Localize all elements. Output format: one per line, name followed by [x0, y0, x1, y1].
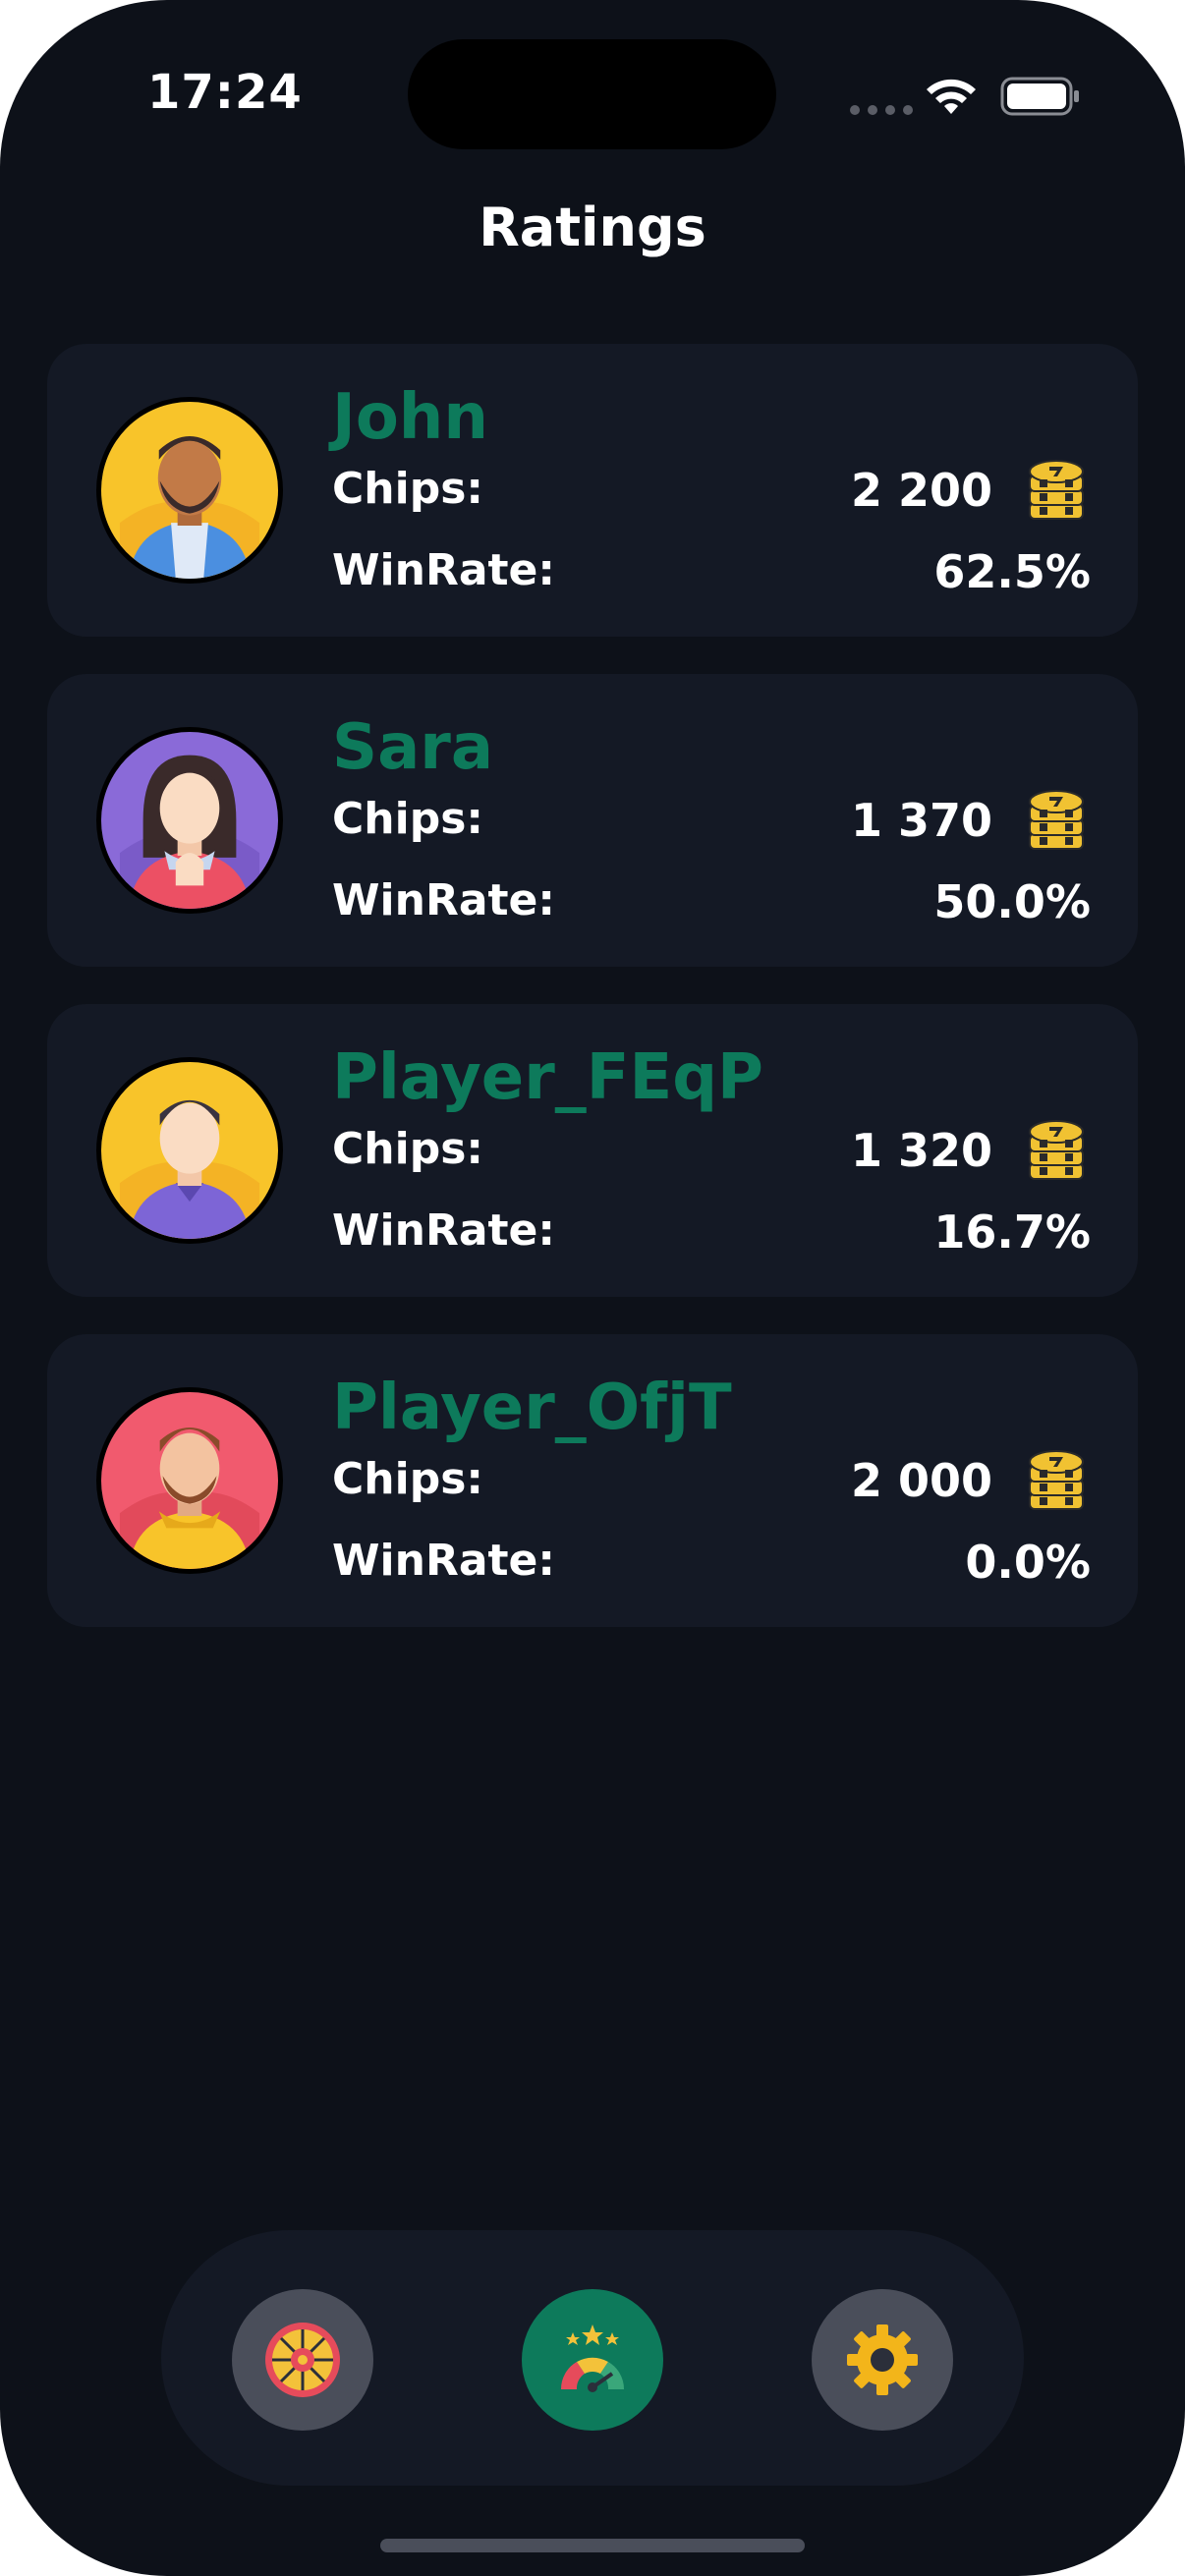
bottom-tab-bar — [161, 2230, 1024, 2486]
phone-screen: 17:24 Ratings John Chips: 2 200 WinRate:… — [0, 0, 1185, 2576]
player-name: Sara — [332, 711, 494, 784]
winrate-label: WinRate: — [332, 545, 555, 595]
coin-stack-icon — [1029, 460, 1084, 520]
roulette-icon — [265, 2323, 340, 2397]
ratings-list: John Chips: 2 200 WinRate: 62.5% Sara Ch… — [47, 344, 1138, 1664]
coin-stack-icon — [1029, 1120, 1084, 1180]
player-name: Player_OfjT — [332, 1372, 732, 1444]
battery-icon — [1000, 77, 1079, 116]
chips-value: 1 370 — [850, 794, 992, 847]
chips-label: Chips: — [332, 464, 483, 514]
woman-pink-hoodie-avatar — [96, 727, 283, 914]
page-title: Ratings — [479, 196, 706, 258]
man-beard-yellow-hoodie-avatar — [96, 1387, 283, 1574]
home-indicator — [380, 2539, 805, 2552]
man-beard-blue-jacket-avatar — [96, 397, 283, 584]
chips-label: Chips: — [332, 1454, 483, 1504]
winrate-value: 62.5% — [933, 545, 1091, 598]
gear-icon — [847, 2324, 918, 2395]
cellular-signal-icon — [850, 105, 913, 115]
player-card[interactable]: Sara Chips: 1 370 WinRate: 50.0% — [47, 674, 1138, 967]
player-name: John — [332, 381, 488, 454]
player-name: Player_FEqP — [332, 1041, 763, 1114]
player-card[interactable]: John Chips: 2 200 WinRate: 62.5% — [47, 344, 1138, 637]
coin-stack-icon — [1029, 790, 1084, 850]
coin-stack-icon — [1029, 1450, 1084, 1510]
player-card[interactable]: Player_FEqP Chips: 1 320 WinRate: 16.7% — [47, 1004, 1138, 1297]
winrate-value: 50.0% — [933, 875, 1091, 928]
winrate-value: 0.0% — [965, 1536, 1091, 1589]
wifi-icon — [927, 79, 976, 114]
winrate-label: WinRate: — [332, 1536, 555, 1586]
chips-value: 1 320 — [850, 1124, 992, 1177]
man-purple-shirt-avatar — [96, 1057, 283, 1244]
chips-label: Chips: — [332, 794, 483, 844]
winrate-label: WinRate: — [332, 875, 555, 925]
dynamic-island — [408, 39, 776, 149]
winrate-value: 16.7% — [933, 1205, 1091, 1259]
tab-ratings[interactable] — [522, 2289, 663, 2431]
chips-label: Chips: — [332, 1124, 483, 1174]
status-time: 17:24 — [147, 65, 303, 120]
tab-settings[interactable] — [812, 2289, 953, 2431]
winrate-label: WinRate: — [332, 1205, 555, 1256]
rating-gauge-icon — [560, 2324, 625, 2392]
chips-value: 2 000 — [850, 1454, 992, 1507]
chips-value: 2 200 — [850, 464, 992, 517]
tab-roulette[interactable] — [232, 2289, 373, 2431]
player-card[interactable]: Player_OfjT Chips: 2 000 WinRate: 0.0% — [47, 1334, 1138, 1627]
